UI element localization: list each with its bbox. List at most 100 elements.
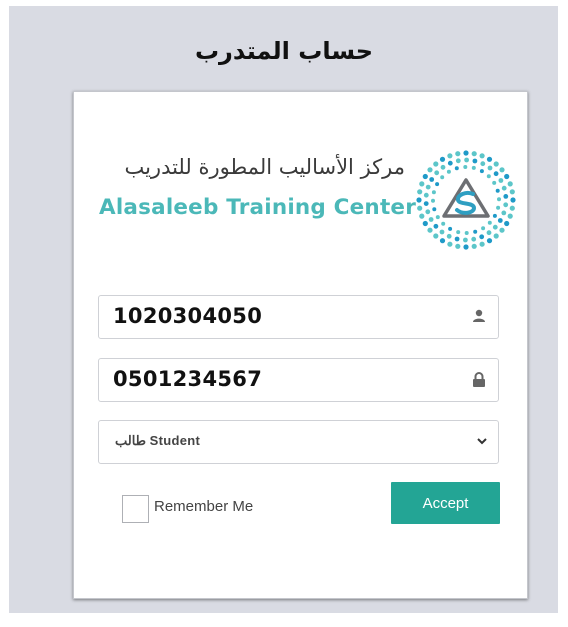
logo-dot (492, 213, 497, 218)
logo-dot (447, 160, 453, 166)
logo-dot (446, 233, 452, 239)
logo-dot (423, 201, 429, 206)
remember-me-checkbox[interactable] (122, 495, 149, 523)
logo-dot (431, 198, 435, 203)
login-card: مركز الأساليب المطورة للتدريب Alasaleeb … (73, 91, 528, 599)
password-field[interactable]: 0501234567 (98, 358, 499, 402)
logo-dot (423, 192, 429, 198)
logo-dot (456, 230, 461, 235)
logo-dot (417, 205, 423, 211)
lock-icon (473, 372, 485, 387)
logo-dot (447, 153, 453, 159)
logo-dot (440, 164, 446, 170)
logo-dot (419, 213, 425, 219)
logo-dot (435, 215, 440, 220)
chevron-down-icon (477, 438, 487, 445)
logo-dot (454, 166, 459, 171)
logo-dot (496, 205, 501, 210)
logo-dot (493, 161, 499, 167)
logo-dot (501, 210, 507, 216)
logo-dot (486, 174, 491, 179)
logo-dot (463, 165, 468, 169)
logo-dot (479, 169, 484, 174)
logo-dot (428, 217, 434, 222)
logo-dot (431, 190, 436, 195)
logo-dot (493, 171, 499, 177)
logo-dot (471, 151, 477, 157)
logo-dot (509, 189, 515, 195)
logo-dot (504, 173, 510, 180)
logo-dot (433, 161, 439, 167)
logo-dot (472, 158, 478, 164)
logo-dot (492, 180, 497, 185)
logo-dot (507, 213, 513, 219)
logo-dot (429, 177, 435, 182)
logo-dot (464, 157, 469, 163)
logo-dot (422, 220, 428, 227)
logo-dot (447, 241, 453, 247)
logo-dot (480, 161, 486, 167)
logo-dot (419, 181, 425, 187)
account-type-select[interactable]: طالب Student (98, 420, 499, 464)
logo-dot (433, 223, 439, 229)
logo-dot (432, 207, 437, 212)
logo-arabic-name: مركز الأساليب المطورة للتدريب (124, 155, 405, 179)
logo-dot (493, 233, 499, 239)
logo-dot (497, 197, 501, 202)
remember-me-label[interactable]: Remember Me (154, 498, 253, 515)
logo-english-name: Alasaleeb Training Center (99, 195, 417, 220)
logo-dot (509, 205, 515, 211)
logo-dot (427, 167, 433, 173)
logo-dot (471, 243, 477, 249)
logo-dot (441, 221, 446, 226)
logo-dot (440, 175, 445, 180)
logo-dot (439, 238, 446, 244)
logo-dot (425, 184, 431, 190)
logo-dot (507, 181, 513, 187)
logo-dot (448, 226, 453, 231)
logo-dot (455, 151, 461, 157)
account-type-value: طالب Student (115, 433, 201, 448)
logo-dot (471, 165, 476, 170)
logo-dot (499, 167, 505, 173)
user-icon (473, 309, 485, 322)
password-value: 0501234567 (113, 367, 263, 391)
page-title: حساب المتدرب (194, 37, 374, 65)
logo-dot (487, 165, 493, 171)
id-number-field[interactable]: 1020304050 (98, 295, 499, 339)
logo-dot (486, 156, 493, 162)
logo-dot (503, 194, 509, 199)
logo-dot (486, 238, 493, 244)
logo-dot (463, 237, 468, 243)
logo-mark-icon (416, 150, 516, 250)
logo-dot (510, 197, 516, 203)
logo-dot (486, 230, 492, 236)
logo-dot (427, 227, 433, 233)
logo-dot (446, 169, 451, 174)
logo-dot (479, 241, 485, 247)
logo-dot (463, 150, 469, 156)
logo-dot (497, 218, 503, 223)
logo-dot (455, 158, 461, 164)
logo-dot (455, 243, 461, 249)
logo-dot (504, 220, 510, 227)
logo-dot (422, 173, 428, 180)
id-number-value: 1020304050 (113, 304, 263, 328)
logo-dot (479, 234, 485, 240)
logo-dot (498, 178, 504, 183)
logo-dot (463, 244, 469, 250)
logo-dot (416, 197, 422, 203)
logo-dot (471, 236, 477, 242)
logo-dot (492, 224, 498, 230)
logo-dot (464, 231, 469, 235)
logo-dot (439, 229, 445, 235)
logo-dot (435, 182, 440, 187)
logo-dot (454, 236, 460, 242)
logo-dot (417, 189, 423, 195)
logo-dot (495, 188, 500, 193)
logo-dot (501, 185, 507, 191)
logo-dot (425, 209, 431, 215)
accept-button[interactable]: Accept (391, 482, 500, 524)
logo-dot (473, 229, 478, 234)
logo-dot (481, 226, 486, 231)
